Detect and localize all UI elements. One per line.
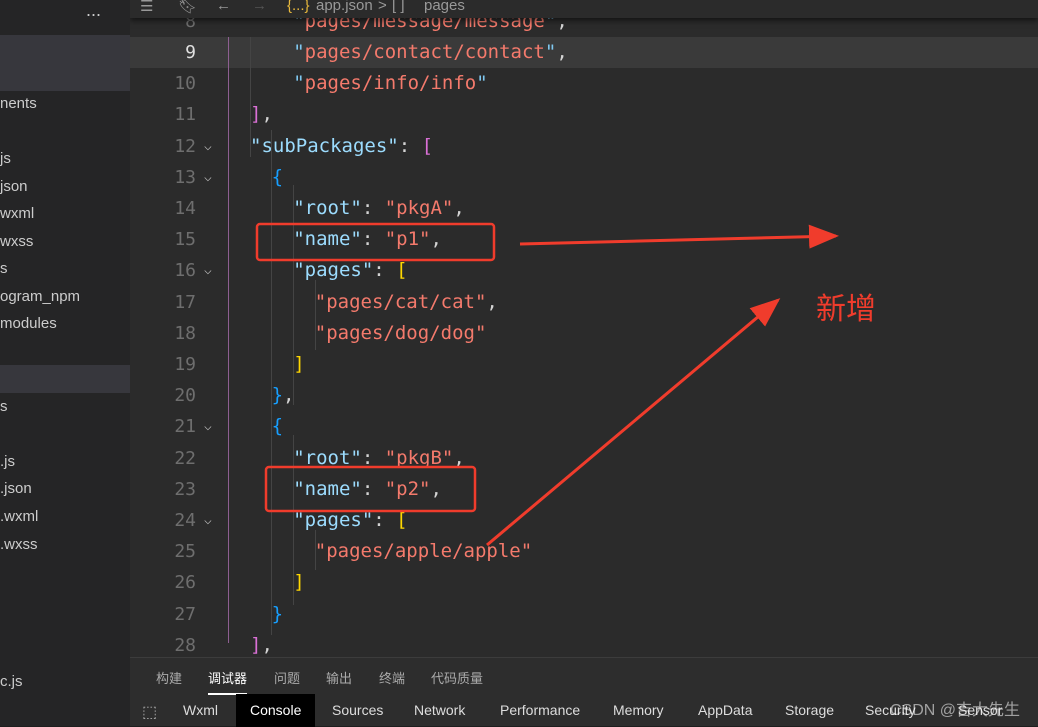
annotation-overlay [255, 222, 839, 547]
arrow-1 [519, 224, 839, 249]
arrow-2 [486, 298, 781, 547]
annotation-label: 新增 [816, 293, 876, 326]
highlight-box-p2 [264, 465, 477, 513]
highlight-box-p1 [255, 222, 496, 262]
